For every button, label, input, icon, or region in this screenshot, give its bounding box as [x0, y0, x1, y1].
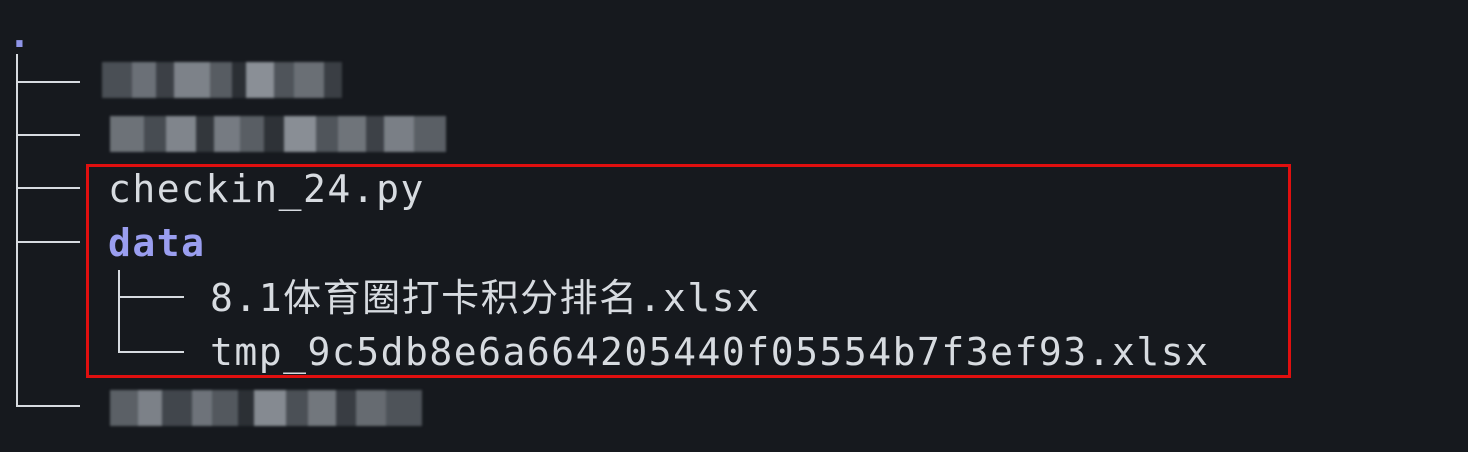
highlight-box — [86, 164, 1291, 378]
tree-root: . — [8, 12, 33, 56]
tree-branch-line — [16, 241, 80, 243]
terminal-window: . checkin_24.py data 8.1体育圈打卡积分排名.xlsx t… — [0, 0, 1468, 452]
tree-branch-line — [16, 81, 80, 83]
tree-branch-line — [16, 134, 80, 136]
tree-branch-line — [16, 187, 80, 189]
obscured-entry — [110, 390, 422, 426]
tree-branch-line — [16, 405, 80, 407]
tree-trunk-line — [16, 54, 18, 406]
obscured-entry — [102, 62, 342, 98]
obscured-entry — [110, 116, 446, 152]
